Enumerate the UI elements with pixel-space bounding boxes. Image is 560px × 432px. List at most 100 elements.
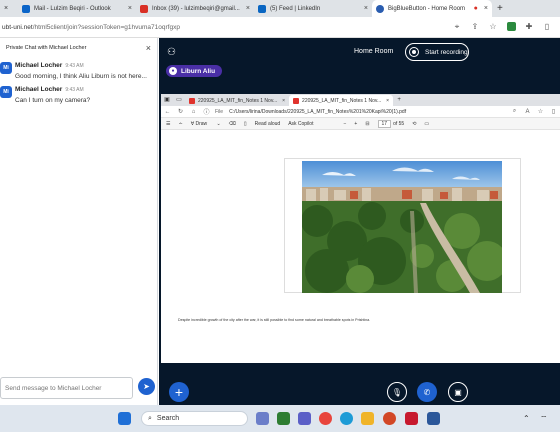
close-icon[interactable]: × [242, 5, 250, 12]
send-message-button[interactable]: ➤ [138, 378, 155, 395]
pdf-icon [189, 97, 195, 104]
close-icon[interactable]: × [480, 5, 488, 12]
close-icon[interactable]: × [124, 5, 132, 12]
address-bar[interactable]: ubt-uni.net/html5client/join?sessionToke… [0, 17, 560, 38]
avatar: Mi [0, 86, 12, 98]
rotate-icon: ⟲ [412, 120, 417, 127]
leave-audio-button[interactable]: ✆ [417, 382, 437, 402]
chat-message-input[interactable] [0, 377, 133, 399]
page-number-field: 17 [377, 119, 392, 128]
zoom-in-button: + [354, 120, 358, 127]
aerial-city-image [302, 161, 502, 293]
tab-bigbluebutton[interactable]: BigBlueButton - Home Room ● × [372, 0, 492, 17]
city-park-photo [302, 161, 502, 293]
teams-icon[interactable] [298, 412, 311, 425]
bigbluebutton-icon [376, 4, 384, 13]
sidebar-icon[interactable]: ▯ [542, 22, 552, 33]
acrobat-icon[interactable] [405, 412, 418, 425]
microphone-icon: ● [169, 67, 177, 75]
file-label: File [215, 108, 224, 115]
puzzle-icon[interactable]: ✚ [524, 22, 534, 33]
contents-icon: ☰ [166, 120, 171, 127]
close-icon: × [386, 97, 390, 104]
chat-message: Mi Michael Locher 9:43 AM Can I turn on m… [0, 82, 157, 106]
bookmark-star-icon[interactable]: ☆ [488, 22, 498, 33]
page-total: of 55 [393, 120, 405, 127]
new-tab-button[interactable]: + [492, 0, 508, 17]
talking-indicator[interactable]: ● Liburn Aliu [166, 65, 223, 77]
send-icon: ➤ [143, 382, 150, 391]
mute-microphone-button[interactable]: 🎙︎ [387, 382, 407, 402]
browser-tab-strip: × Mail - Lulzim Beqiri - Outlook × Inbox… [0, 0, 560, 17]
message-time: 9:43 AM [65, 87, 84, 93]
close-chat-icon[interactable]: × [146, 43, 151, 53]
pdf-document-page: Despite incredible growth of the city af… [161, 131, 560, 363]
widgets-icon[interactable] [277, 412, 290, 425]
phone-icon: ✆ [423, 387, 431, 397]
home-icon: ⌂ [191, 108, 196, 115]
shared-tab: 220925_LA_MIT_fin_Notes 1 Nov... × [289, 95, 394, 106]
location-icon[interactable]: ⌖ [452, 22, 462, 33]
window-icon: ▣ [164, 97, 170, 103]
page-view-icon: ▯ [243, 120, 247, 127]
draw-tool: ∀ Draw ⌄ [190, 120, 221, 127]
tab-close-partial[interactable]: × [0, 0, 18, 17]
message-time: 9:43 AM [65, 63, 84, 69]
chevron-up-icon[interactable]: ⌃ [523, 414, 530, 423]
file-path: C:/Users/lirina/Downloads/220925_LA_MIT_… [229, 108, 407, 115]
wifi-icon[interactable]: ⌔ [540, 414, 548, 424]
url-text[interactable]: ubt-uni.net/html5client/join?sessionToke… [0, 24, 452, 31]
back-icon: ← [164, 108, 171, 115]
search-icon: ⌕ [148, 414, 152, 422]
tab-outlook[interactable]: Mail - Lulzim Beqiri - Outlook × [18, 0, 136, 17]
chat-title: Private Chat with Michael Locher [6, 45, 87, 51]
linkedin-icon [258, 4, 266, 13]
message-author: Michael Locher [15, 86, 63, 93]
tabs-icon: ▭ [176, 97, 182, 103]
camera-off-icon: ▣ [454, 387, 462, 397]
image-caption: Despite incredible growth of the city af… [178, 318, 371, 322]
shared-browser-tabs: ▣ ▭ 220925_LA_MIT_fin_Notes 1 Nov... × 22… [161, 94, 560, 106]
close-icon[interactable]: × [360, 5, 368, 12]
extension-icon[interactable] [506, 21, 516, 33]
meeting-main-area: ⚇ Home Room Start recording ● Liburn Ali… [159, 38, 560, 405]
chrome-icon[interactable] [319, 412, 332, 425]
user-list-toggle-icon[interactable]: ⚇ [167, 47, 176, 58]
address-bar-actions: ⌖ ⇪ ☆ ✚ ▯ [452, 21, 560, 33]
zoom-icon: ⌕ [512, 108, 517, 114]
new-tab-icon: + [397, 97, 401, 103]
record-icon [409, 47, 419, 57]
powerpoint-icon[interactable] [383, 412, 396, 425]
room-title: Home Room [354, 48, 394, 55]
ask-copilot-button: Ask Copilot [288, 120, 314, 127]
chat-composer: ➤ [0, 375, 158, 401]
avatar: Mi [0, 62, 12, 74]
message-author: Michael Locher [15, 62, 63, 69]
message-text: Good morning, I think Aliu Liburn is not… [15, 73, 147, 80]
word-icon[interactable] [427, 412, 440, 425]
start-recording-button[interactable]: Start recording [405, 43, 469, 61]
tab-linkedin[interactable]: (5) Feed | LinkedIn × [254, 0, 372, 17]
close-icon: × [282, 97, 286, 104]
share-icon[interactable]: ⇪ [470, 22, 480, 33]
fit-page-icon: ⊟ [365, 120, 370, 127]
shared-address-bar: ← ↻ ⌂ ⓘ File C:/Users/lirina/Downloads/2… [161, 106, 560, 118]
zoom-out-button: − [343, 120, 347, 127]
shared-tab: 220925_LA_MIT_fin_Notes 1 Nov... × [185, 95, 289, 106]
gmail-icon [140, 4, 148, 13]
chat-header: Private Chat with Michael Locher × [0, 38, 157, 58]
actions-plus-button[interactable]: + [169, 382, 189, 402]
file-explorer-icon[interactable] [361, 412, 374, 425]
favorite-icon: ☆ [537, 109, 544, 115]
tab-gmail[interactable]: Inbox (39) - lulzimbeqiri@gmail... × [136, 0, 254, 17]
task-view-icon[interactable] [256, 412, 269, 425]
filter-icon: ⩪ [178, 120, 183, 127]
plus-icon: + [174, 384, 184, 400]
share-webcam-button[interactable]: ▣ [448, 382, 468, 402]
pdf-icon [293, 97, 300, 104]
pdf-toolbar: ☰ ⩪ ∀ Draw ⌄ ⌫ ▯ Read aloud Ask Copilot … [161, 118, 560, 130]
taskbar-search[interactable]: ⌕ Search [141, 411, 248, 426]
edge-icon[interactable] [340, 412, 353, 425]
message-text: Can I turn on my camera? [15, 97, 91, 104]
windows-start-icon[interactable] [118, 412, 131, 425]
